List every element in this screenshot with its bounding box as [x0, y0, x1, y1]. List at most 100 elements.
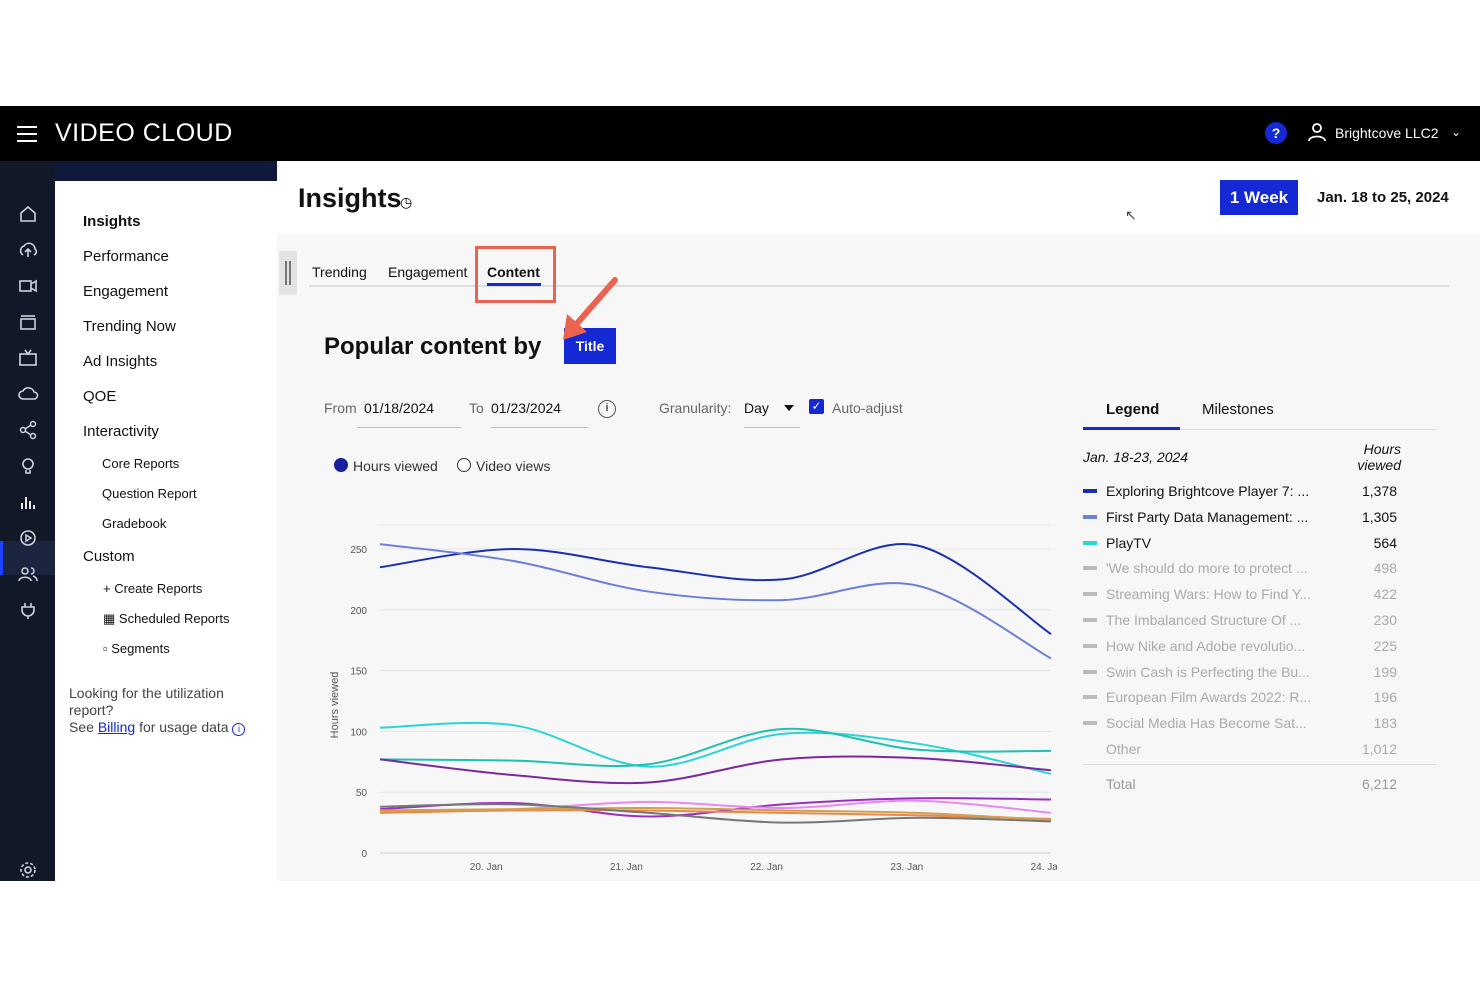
hours-viewed-radio[interactable] — [334, 458, 348, 472]
legend-swatch — [1083, 721, 1097, 726]
x-tick-label: 23. Jan — [890, 862, 923, 873]
legend-row[interactable]: Streaming Wars: How to Find Y... 422 — [1083, 586, 1397, 606]
plug-icon[interactable] — [17, 599, 39, 621]
clock-icon[interactable]: ◷ — [400, 194, 412, 211]
tab-legend[interactable]: Legend — [1106, 401, 1159, 418]
from-input-underline — [357, 427, 461, 428]
legend-row[interactable]: Other 1,012 — [1083, 741, 1397, 761]
legend-item-value: 422 — [1373, 586, 1397, 603]
sidebar-item-qoe[interactable]: QOE — [83, 388, 116, 405]
y-tick-label: 150 — [350, 667, 367, 678]
legend-tab-indicator — [1083, 427, 1180, 430]
help-button[interactable]: ? — [1265, 122, 1287, 144]
brand-logo[interactable]: VIDEO CLOUD — [55, 119, 233, 148]
sidebar-item-segments[interactable]: ▫ Segments — [103, 641, 170, 656]
series-line — [379, 543, 1052, 660]
users-icon[interactable] — [17, 563, 39, 585]
sidebar-item-create-reports[interactable]: + Create Reports — [103, 581, 202, 596]
sidebar-item-core-reports[interactable]: Core Reports — [102, 456, 179, 471]
sidebar-item-trending-now[interactable]: Trending Now — [83, 318, 176, 335]
clapper-icon[interactable] — [17, 311, 39, 333]
y-tick-label: 100 — [350, 727, 367, 738]
legend-row[interactable]: How Nike and Adobe revolutio... 225 — [1083, 638, 1397, 658]
sidebar-item-scheduled-reports[interactable]: ▦ Scheduled Reports — [103, 611, 229, 627]
info-icon[interactable]: i — [598, 400, 616, 418]
y-tick-label: 50 — [356, 788, 368, 799]
legend-item-name: Swin Cash is Perfecting the Bu... — [1106, 663, 1310, 680]
sidebar-item-performance[interactable]: Performance — [83, 248, 169, 265]
settings-gear-icon[interactable] — [17, 859, 39, 881]
segments-label: Segments — [111, 641, 170, 656]
total-value: 6,212 — [1361, 776, 1397, 792]
account-name[interactable]: Brightcove LLC2 — [1335, 125, 1439, 141]
tv-icon[interactable] — [17, 347, 39, 369]
legend-total-row: Total 6,212 — [1083, 776, 1397, 796]
auto-adjust-label: Auto-adjust — [832, 400, 903, 416]
x-tick-label: 24. Jan — [1031, 862, 1057, 873]
info-icon[interactable]: i — [232, 723, 246, 736]
legend-row[interactable]: Exploring Brightcove Player 7: ... 1,378 — [1083, 483, 1397, 503]
tab-trending[interactable]: Trending — [312, 264, 367, 280]
user-icon[interactable] — [1308, 122, 1326, 142]
sidebar-item-ad-insights[interactable]: Ad Insights — [83, 353, 157, 370]
x-tick-label: 22. Jan — [750, 862, 783, 873]
sidebar-item-insights[interactable]: Insights — [83, 213, 141, 230]
lightbulb-icon[interactable] — [17, 455, 39, 477]
note-see: See — [69, 719, 94, 735]
main-content: Insights ◷ 1 Week Jan. 18 to 25, 2024 Tr… — [277, 161, 1480, 881]
legend-item-name: Streaming Wars: How to Find Y... — [1106, 586, 1312, 603]
sidebar-item-gradebook[interactable]: Gradebook — [102, 516, 166, 531]
dropdown-arrow-icon[interactable] — [784, 405, 794, 411]
granularity-label: Granularity: — [659, 400, 732, 416]
hours-viewed-label: Hours viewed — [353, 458, 438, 474]
panel-splitter-handle[interactable] — [279, 251, 297, 295]
sidebar-item-question-report[interactable]: Question Report — [102, 486, 197, 501]
legend-row[interactable]: European Film Awards 2022: R... 196 — [1083, 689, 1397, 709]
legend-row[interactable]: The Imbalanced Structure Of ... 230 — [1083, 612, 1397, 632]
legend-swatch — [1083, 566, 1097, 571]
chevron-down-icon[interactable]: ⌄ — [1451, 125, 1461, 139]
granularity-underline — [744, 427, 800, 428]
video-views-radio[interactable] — [457, 458, 471, 472]
sidebar-item-engagement[interactable]: Engagement — [83, 283, 168, 300]
legend-row[interactable]: Social Media Has Become Sat... 183 — [1083, 715, 1397, 735]
to-label: To — [469, 400, 484, 416]
from-date-input[interactable]: 01/18/2024 — [364, 400, 434, 416]
to-date-input[interactable]: 01/23/2024 — [491, 400, 561, 416]
video-camera-icon[interactable] — [17, 275, 39, 297]
cloud-icon[interactable] — [17, 383, 39, 405]
x-tick-label: 20. Jan — [470, 862, 503, 873]
upload-icon[interactable] — [17, 239, 39, 261]
legend-item-name: 'We should do more to protect ... — [1106, 560, 1308, 577]
home-icon[interactable] — [17, 203, 39, 225]
granularity-select[interactable]: Day — [744, 400, 769, 416]
legend-item-name: Exploring Brightcove Player 7: ... — [1106, 483, 1310, 499]
play-circle-icon[interactable] — [17, 527, 39, 549]
legend-item-name: Other — [1106, 741, 1142, 757]
page-header: Insights ◷ 1 Week Jan. 18 to 25, 2024 — [277, 161, 1480, 234]
tab-engagement[interactable]: Engagement — [388, 264, 467, 280]
analytics-icon[interactable] — [17, 491, 39, 513]
tab-milestones[interactable]: Milestones — [1202, 401, 1274, 418]
menu-icon[interactable] — [17, 126, 37, 142]
legend-swatch — [1083, 618, 1097, 622]
sidebar-item-interactivity[interactable]: Interactivity — [83, 423, 159, 440]
legend-row[interactable]: Swin Cash is Perfecting the Bu... 199 — [1083, 664, 1397, 684]
billing-link[interactable]: Billing — [98, 719, 135, 735]
from-label: From — [324, 400, 357, 416]
share-icon[interactable] — [17, 419, 39, 441]
series-line — [379, 543, 1052, 635]
scheduled-reports-label: Scheduled Reports — [118, 611, 230, 626]
plus-icon: + — [103, 581, 115, 596]
legend-total-divider — [1083, 764, 1436, 765]
nav-top-band — [55, 161, 277, 181]
week-range-button[interactable]: 1 Week — [1220, 180, 1298, 215]
utilization-note: Looking for the utilization report? See … — [69, 685, 269, 736]
legend-row[interactable]: PlayTV 564 — [1083, 535, 1397, 555]
legend-row[interactable]: 'We should do more to protect ... 498 — [1083, 560, 1397, 580]
series-line — [379, 721, 1052, 775]
auto-adjust-checkbox[interactable]: ✓ — [809, 399, 824, 414]
legend-row[interactable]: First Party Data Management: ... 1,305 — [1083, 509, 1397, 529]
sidebar-item-custom[interactable]: Custom — [83, 548, 135, 565]
line-chart[interactable]: 0 50 100 150 200 250 Hours viewed 20. Jan 21. Ja… — [307, 479, 1057, 879]
